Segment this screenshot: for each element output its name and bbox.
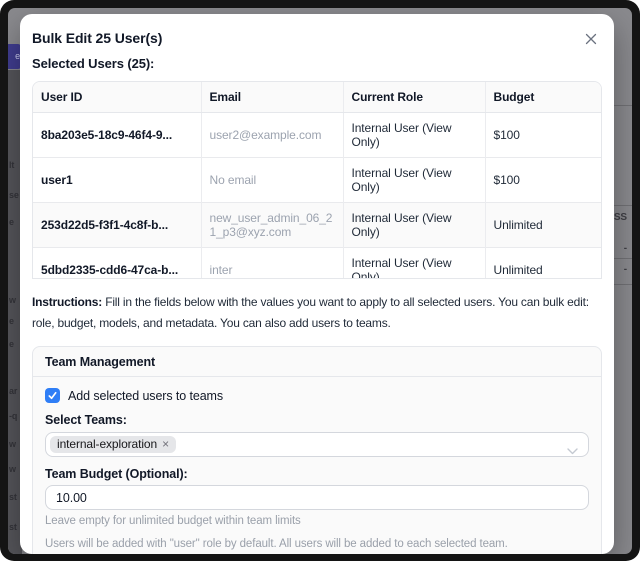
background-text-fragment: SS [614, 212, 627, 223]
background-text-fragment: w [9, 439, 16, 449]
team-management-card: Team Management Add selected users to te… [32, 346, 602, 554]
selected-users-heading: Selected Users (25): [32, 55, 602, 73]
table-cell-email: No email [201, 158, 343, 203]
table-row: 5dbd2335-cdd6-47ca-b...interInternal Use… [33, 248, 601, 280]
table-cell-email: inter [201, 248, 343, 280]
background-row-divider [614, 284, 632, 285]
table-header-cell: Budget [485, 82, 601, 113]
table-body: 8ba203e5-18c9-46f4-9...user2@example.com… [33, 113, 601, 280]
instructions-text: Instructions: Fill in the fields below w… [32, 292, 602, 334]
background-text-fragment: lt [9, 160, 14, 170]
background-text-fragment: e [9, 316, 14, 326]
selected-users-table: User IDEmailCurrent RoleBudget 8ba203e5-… [33, 82, 601, 279]
instructions-label: Instructions: [32, 295, 102, 309]
instructions-body: Fill in the fields below with the values… [32, 295, 589, 330]
background-text-fragment: - [624, 264, 627, 275]
background-text-fragment: st [9, 522, 17, 532]
table-cell-email: user2@example.com [201, 113, 343, 158]
table-cell-role: Internal User (View Only) [343, 248, 485, 280]
table-cell-email: new_user_admin_06_21_p3@xyz.com [201, 203, 343, 248]
background-text-fragment: e [9, 339, 14, 349]
table-cell-role: Internal User (View Only) [343, 113, 485, 158]
background-text-fragment: - [624, 243, 627, 254]
background-text-fragment: w [9, 295, 16, 305]
background-text-fragment: ar [9, 386, 17, 396]
table-cell-uid: 8ba203e5-18c9-46f4-9... [33, 113, 201, 158]
add-users-checkbox-label: Add selected users to teams [68, 389, 223, 403]
dimmed-page-overlay: e ltseeweear-qwwstst SS-- Bulk Edit 25 U… [8, 8, 632, 554]
table-cell-role: Internal User (View Only) [343, 158, 485, 203]
team-budget-label: Team Budget (Optional): [45, 466, 589, 482]
window-frame: e ltseeweear-qwwstst SS-- Bulk Edit 25 U… [0, 0, 640, 561]
background-text-fragment: se [9, 190, 19, 200]
team-management-body: Add selected users to teams Select Teams… [33, 377, 601, 554]
background-text-fragment: -q [9, 411, 17, 421]
table-cell-role: Internal User (View Only) [343, 203, 485, 248]
add-users-checkbox[interactable] [45, 388, 60, 403]
table-cell-uid: user1 [33, 158, 201, 203]
table-header-cell: Current Role [343, 82, 485, 113]
background-row-divider [614, 105, 632, 106]
background-text-fragment: w [9, 464, 16, 474]
table-cell-budget: Unlimited [485, 248, 601, 280]
bulk-edit-modal: Bulk Edit 25 User(s) Selected Users (25)… [20, 14, 614, 554]
teams-multiselect[interactable]: internal-exploration × [45, 432, 589, 457]
background-row-divider [614, 205, 632, 206]
table-row: user1No emailInternal User (View Only)$1… [33, 158, 601, 203]
table-header-cell: User ID [33, 82, 201, 113]
add-users-checkbox-row: Add selected users to teams [45, 388, 589, 403]
budget-helper-text: Leave empty for unlimited budget within … [45, 514, 589, 528]
team-tag-remove-icon[interactable]: × [162, 438, 169, 451]
table-header-row: User IDEmailCurrent RoleBudget [33, 82, 601, 113]
selected-users-table-scroll[interactable]: User IDEmailCurrent RoleBudget 8ba203e5-… [32, 81, 602, 279]
table-cell-budget: $100 [485, 113, 601, 158]
team-budget-input[interactable] [45, 485, 589, 510]
close-icon[interactable] [582, 30, 600, 48]
table-header-cell: Email [201, 82, 343, 113]
chevron-down-icon [567, 442, 578, 460]
table-cell-budget: $100 [485, 158, 601, 203]
table-cell-uid: 5dbd2335-cdd6-47ca-b... [33, 248, 201, 280]
background-text-fragment: st [9, 492, 17, 502]
team-tag: internal-exploration × [50, 436, 176, 453]
table-cell-budget: Unlimited [485, 203, 601, 248]
table-row: 8ba203e5-18c9-46f4-9...user2@example.com… [33, 113, 601, 158]
team-management-heading: Team Management [33, 347, 601, 377]
modal-title: Bulk Edit 25 User(s) [32, 29, 602, 48]
background-row-divider [614, 258, 632, 259]
select-teams-label: Select Teams: [45, 412, 589, 428]
table-row: 253d22d5-f3f1-4c8f-b...new_user_admin_06… [33, 203, 601, 248]
background-text-fragment: e [9, 217, 14, 227]
team-footer-note: Users will be added with "user" role by … [45, 537, 589, 551]
team-tag-label: internal-exploration [57, 438, 157, 451]
table-cell-uid: 253d22d5-f3f1-4c8f-b... [33, 203, 201, 248]
